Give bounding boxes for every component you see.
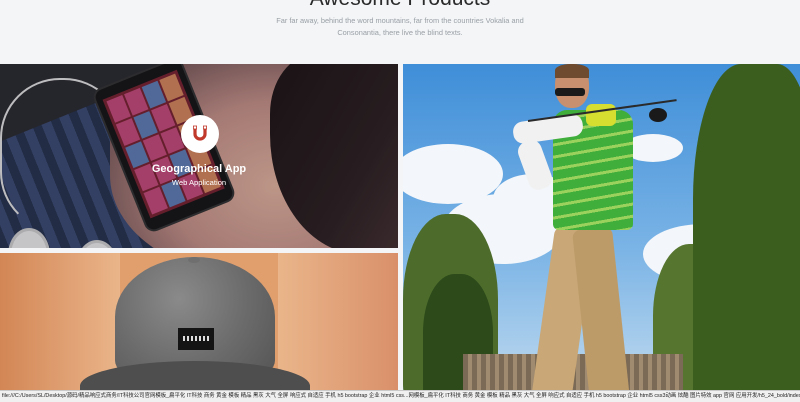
section-subtitle: Far far away, behind the word mountains,… <box>276 16 524 37</box>
tree-image <box>693 64 800 402</box>
tile-overlay <box>0 64 398 248</box>
product-tile-golfer[interactable] <box>403 64 800 402</box>
cap-label-image <box>178 328 214 350</box>
section-header: Awesome Products Far far away, behind th… <box>0 0 800 64</box>
golfer-hair-image <box>555 64 589 78</box>
magnet-icon <box>193 125 207 141</box>
tile-icon-badge[interactable] <box>181 115 219 153</box>
product-tile-geographical-app[interactable]: Geographical App Web Application <box>0 64 398 248</box>
cap-button-image <box>188 257 200 263</box>
sunglasses-image <box>555 88 585 96</box>
cap-image <box>115 257 275 377</box>
product-tile-cap[interactable] <box>0 253 398 402</box>
browser-status-bar: file:///C:/Users/SL/Desktop/源码/精品响应式商务/I… <box>0 390 800 402</box>
tile-title[interactable]: Geographical App <box>0 163 398 175</box>
section-title: Awesome Products <box>0 0 800 11</box>
golf-club-head-image <box>649 108 667 122</box>
tile-subtitle: Web Application <box>171 178 227 187</box>
